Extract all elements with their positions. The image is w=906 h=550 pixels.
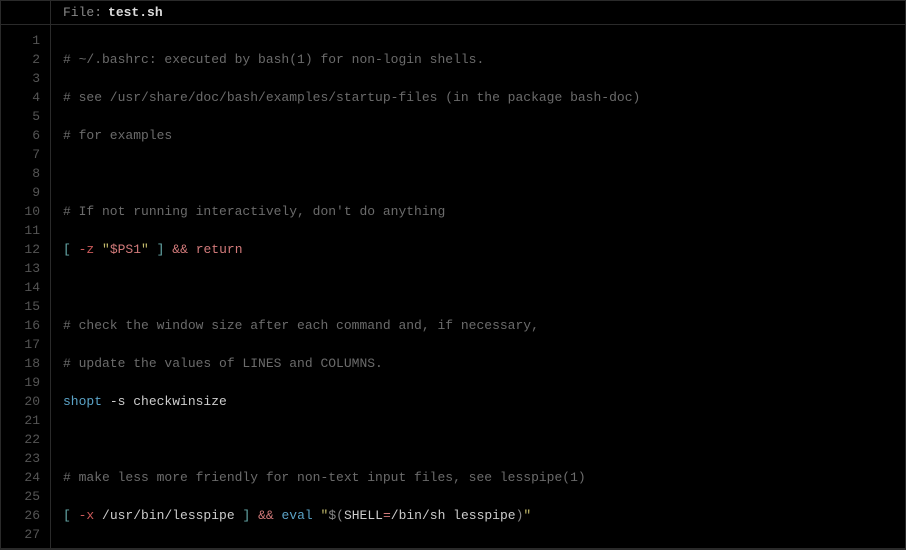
code-line: # see /usr/share/doc/bash/examples/start…: [63, 88, 893, 107]
editor-area: 1234567891011121314151617181920212223242…: [1, 25, 905, 548]
code-line: # make less more friendly for non-text i…: [63, 468, 893, 487]
code-line: # check the window size after each comma…: [63, 316, 893, 335]
code-line: # If not running interactively, don't do…: [63, 202, 893, 221]
line-number: 13: [1, 259, 40, 278]
code-line: [63, 164, 893, 183]
line-number: 10: [1, 202, 40, 221]
line-number: 4: [1, 88, 40, 107]
line-number: 7: [1, 145, 40, 164]
line-number: 21: [1, 411, 40, 430]
gutter-header-spacer: [1, 1, 51, 24]
line-number: 27: [1, 525, 40, 544]
line-number: 24: [1, 468, 40, 487]
code-line: # for examples: [63, 126, 893, 145]
code-line: # update the values of LINES and COLUMNS…: [63, 354, 893, 373]
line-number: 15: [1, 297, 40, 316]
line-number: 20: [1, 392, 40, 411]
editor-footer: [1, 548, 905, 549]
code-line: [63, 278, 893, 297]
code-line: [63, 430, 893, 449]
line-number: 3: [1, 69, 40, 88]
line-number: 9: [1, 183, 40, 202]
line-number: 19: [1, 373, 40, 392]
line-number: 25: [1, 487, 40, 506]
line-number: 2: [1, 50, 40, 69]
line-number: 26: [1, 506, 40, 525]
editor-container: File: test.sh 12345678910111213141516171…: [0, 0, 906, 550]
code-content[interactable]: # ~/.bashrc: executed by bash(1) for non…: [51, 25, 905, 548]
file-header: File: test.sh: [51, 5, 175, 20]
line-number: 17: [1, 335, 40, 354]
editor-header: File: test.sh: [1, 1, 905, 25]
line-number: 22: [1, 430, 40, 449]
code-line: # ~/.bashrc: executed by bash(1) for non…: [63, 50, 893, 69]
line-number: 11: [1, 221, 40, 240]
line-number: 6: [1, 126, 40, 145]
line-number: 14: [1, 278, 40, 297]
line-number: 1: [1, 31, 40, 50]
code-line: shopt -s checkwinsize: [63, 392, 893, 411]
line-number: 23: [1, 449, 40, 468]
line-number-gutter: 1234567891011121314151617181920212223242…: [1, 25, 51, 548]
code-line: [ -x /usr/bin/lesspipe ] && eval "$(SHEL…: [63, 506, 893, 525]
line-number: 8: [1, 164, 40, 183]
file-label: File:: [63, 5, 102, 20]
file-name: test.sh: [108, 5, 163, 20]
code-line: [ -z "$PS1" ] && return: [63, 240, 893, 259]
line-number: 18: [1, 354, 40, 373]
line-number: 5: [1, 107, 40, 126]
line-number: 16: [1, 316, 40, 335]
line-number: 12: [1, 240, 40, 259]
